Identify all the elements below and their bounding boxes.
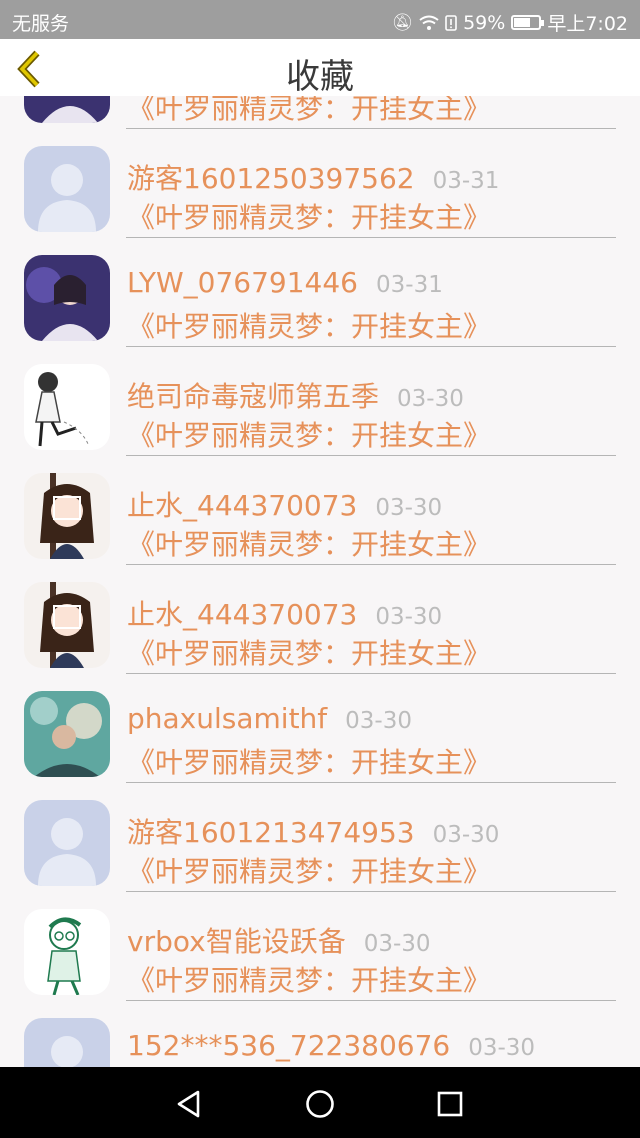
- favorite-date: 03-31: [376, 272, 443, 298]
- book-title: 《叶罗丽精灵梦：开挂女主》: [127, 96, 492, 125]
- status-time: 早上7:02: [547, 13, 628, 35]
- avatar[interactable]: [24, 255, 110, 341]
- avatar[interactable]: [24, 96, 110, 123]
- favorite-date: 03-31: [432, 168, 500, 194]
- nav-back-button[interactable]: [172, 1087, 206, 1121]
- user-name: 152***536_722380676: [127, 1029, 451, 1062]
- user-name-line: 止水_444370073 03-30: [127, 484, 442, 524]
- favorite-date: 03-30: [375, 604, 443, 630]
- favorite-date: 03-30: [363, 931, 431, 957]
- user-name: LYW_076791446: [127, 266, 358, 299]
- favorite-row[interactable]: 游客1601213474953 03-30 《叶罗丽精灵梦：开挂女主》: [0, 783, 640, 892]
- user-name-line: 游客1601250397562 03-31: [127, 157, 499, 197]
- book-title: 《叶罗丽精灵梦：开挂女主》: [127, 310, 492, 343]
- avatar[interactable]: [24, 1018, 110, 1067]
- alert-icon: [445, 14, 457, 31]
- favorite-date: 03-30: [345, 708, 412, 734]
- user-name: vrbox智能设跃备: [127, 925, 346, 958]
- mute-icon: 🔕︎: [391, 12, 414, 33]
- favorite-row[interactable]: vrbox智能设跃备 03-30 《叶罗丽精灵梦：开挂女主》: [0, 892, 640, 1001]
- user-name-line: vrbox智能设跃备 03-30: [127, 920, 431, 960]
- favorite-row[interactable]: 止水_444370073 03-30 《叶罗丽精灵梦：开挂女主》: [0, 456, 640, 565]
- battery-percent: 59%: [463, 11, 506, 34]
- user-name-line: 止水_444370073 03-30: [127, 593, 442, 633]
- book-title: 《叶罗丽精灵梦：开挂女主》: [127, 419, 492, 452]
- favorite-row[interactable]: 《叶罗丽精灵梦：开挂女主》: [0, 96, 640, 129]
- circle-home-icon: [306, 1090, 334, 1118]
- favorites-list-content: 《叶罗丽精灵梦：开挂女主》 游客1601250397562 03-31 《叶罗丽精灵梦…: [0, 96, 640, 1067]
- avatar[interactable]: [24, 800, 110, 886]
- user-name: 止水_444370073: [127, 489, 358, 522]
- system-nav-bar: [0, 1067, 640, 1138]
- nav-recents-button[interactable]: [433, 1087, 467, 1121]
- battery-level-fill: [514, 18, 530, 27]
- favorite-row[interactable]: LYW_076791446 03-31 《叶罗丽精灵梦：开挂女主》: [0, 238, 640, 347]
- book-title: 《叶罗丽精灵梦：开挂女主》: [127, 855, 492, 888]
- avatar[interactable]: [24, 146, 110, 232]
- user-name-line: phaxulsamithf 03-30: [127, 702, 412, 735]
- book-title: 《叶罗丽精灵梦：开挂女主》: [127, 637, 492, 670]
- nav-home-button[interactable]: [303, 1087, 337, 1121]
- triangle-back-icon: [177, 1090, 200, 1118]
- favorite-row[interactable]: phaxulsamithf 03-30 《叶罗丽精灵梦：开挂女主》: [0, 674, 640, 783]
- book-title: 《叶罗丽精灵梦：开挂女主》: [127, 746, 492, 779]
- avatar[interactable]: [24, 691, 110, 777]
- user-name: 游客1601250397562: [127, 162, 415, 195]
- favorite-date: 03-30: [468, 1035, 536, 1061]
- book-title: 《叶罗丽精灵梦：开挂女主》: [127, 964, 492, 997]
- user-name: 止水_444370073: [127, 598, 358, 631]
- user-name-line: LYW_076791446 03-31: [127, 266, 443, 299]
- favorite-row[interactable]: 止水_444370073 03-30 《叶罗丽精灵梦：开挂女主》: [0, 565, 640, 674]
- user-name: 绝司命毒寇师第五季: [127, 380, 380, 413]
- avatar[interactable]: [24, 473, 110, 559]
- avatar[interactable]: [24, 364, 110, 450]
- battery-icon: [511, 15, 545, 30]
- book-title: 《叶罗丽精灵梦：开挂女主》: [127, 528, 492, 561]
- user-name-line: 游客1601213474953 03-30: [127, 811, 499, 851]
- user-name-line: 152***536_722380676 03-30: [127, 1029, 535, 1062]
- book-title: 《叶罗丽精灵梦：开挂女主》: [127, 201, 492, 234]
- user-name-line: 绝司命毒寇师第五季 03-30: [127, 375, 464, 415]
- favorite-date: 03-30: [375, 495, 443, 521]
- avatar[interactable]: [24, 582, 110, 668]
- favorite-row[interactable]: 152***536_722380676 03-30: [0, 1001, 640, 1067]
- square-recents-icon: [437, 1091, 463, 1117]
- favorite-row[interactable]: 游客1601250397562 03-31 《叶罗丽精灵梦：开挂女主》: [0, 129, 640, 238]
- favorite-date: 03-30: [397, 386, 464, 412]
- status-bar: 无服务 🔕︎ 59% 早上7:02: [0, 0, 640, 39]
- wifi-icon: [419, 15, 439, 30]
- user-name: 游客1601213474953: [127, 816, 415, 849]
- user-name: phaxulsamithf: [127, 702, 328, 735]
- favorite-date: 03-30: [432, 822, 500, 848]
- status-icons: 🔕︎ 59% 早上7:02: [392, 9, 629, 36]
- top-app-bar: 收藏: [0, 39, 640, 97]
- page-title: 收藏: [286, 57, 354, 97]
- favorite-row[interactable]: 绝司命毒寇师第五季 03-30 《叶罗丽精灵梦：开挂女主》: [0, 347, 640, 456]
- favorites-list[interactable]: 《叶罗丽精灵梦：开挂女主》 游客1601250397562 03-31 《叶罗丽精灵梦…: [0, 96, 640, 1067]
- carrier-text: 无服务: [12, 13, 70, 35]
- avatar[interactable]: [24, 909, 110, 995]
